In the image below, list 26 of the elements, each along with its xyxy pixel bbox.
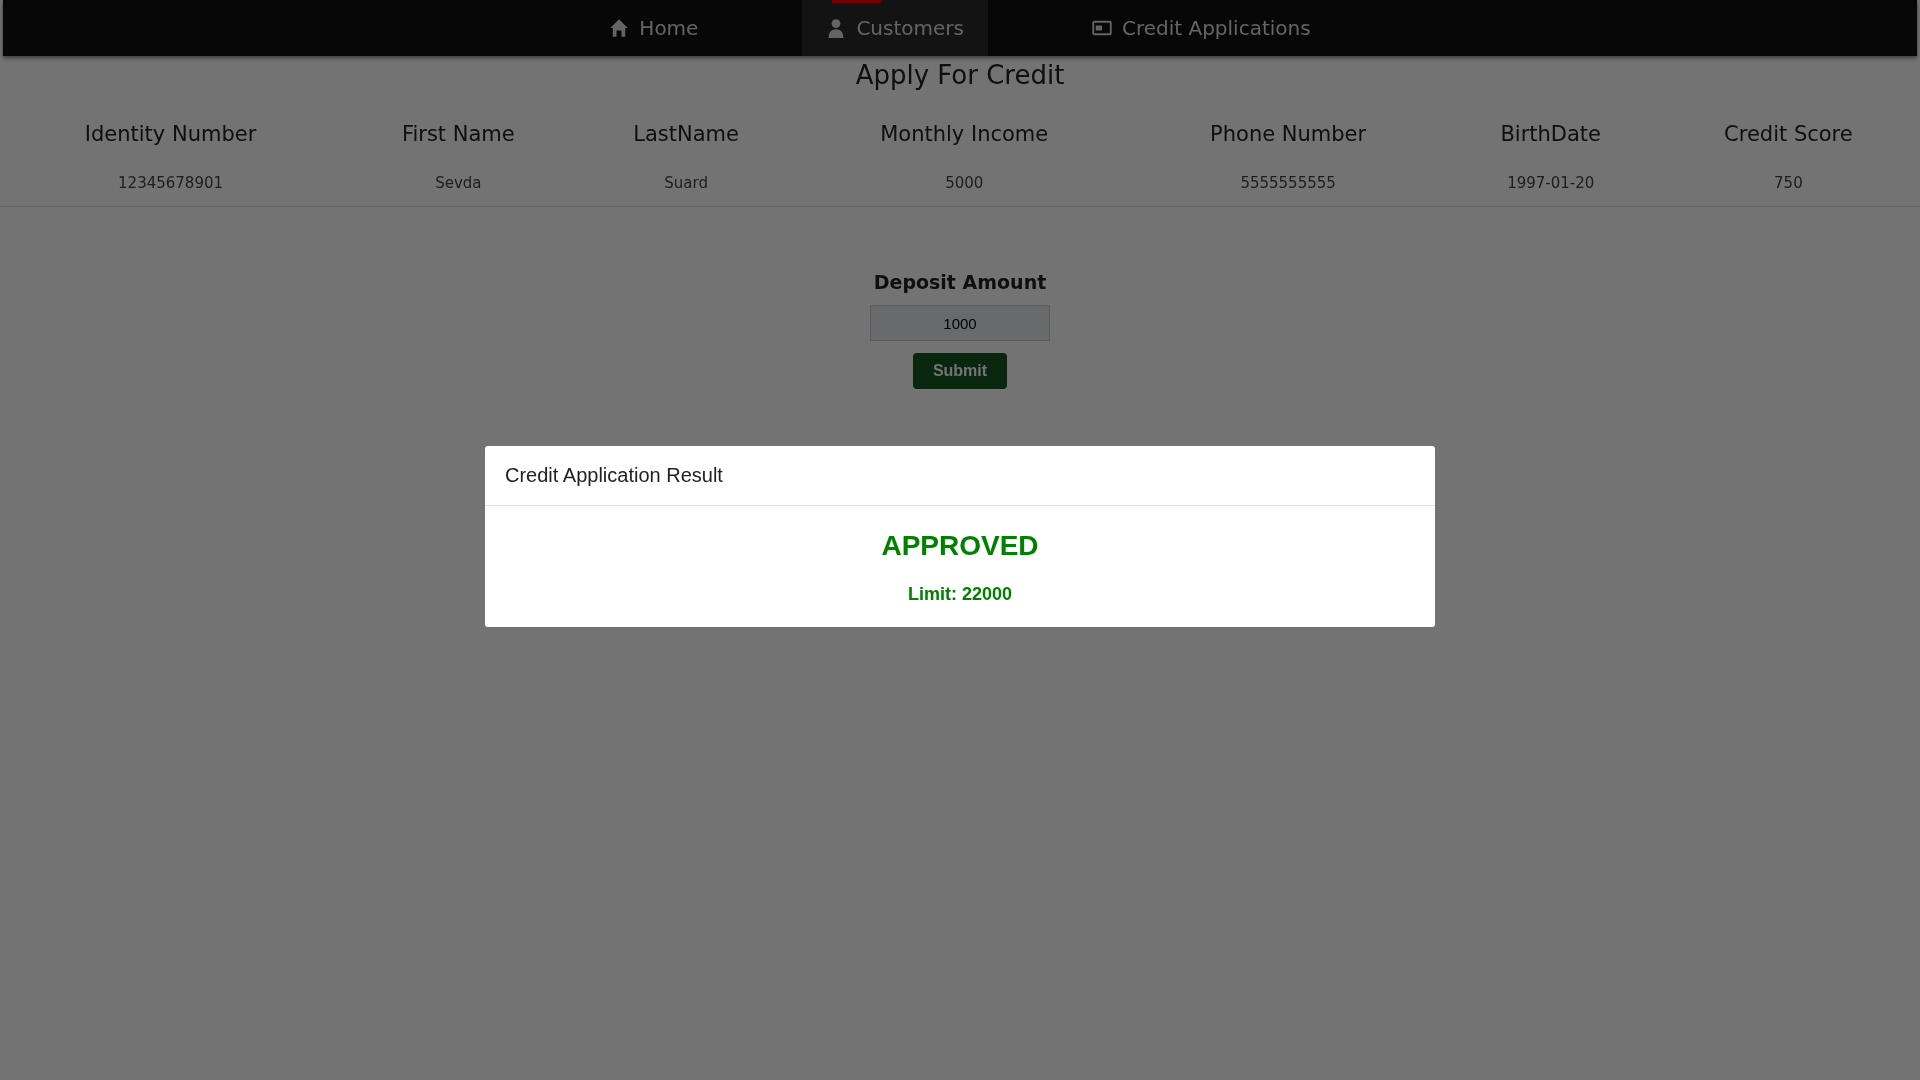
table-cell: Suard <box>575 160 797 207</box>
column-header: BirthDate <box>1499 121 1603 148</box>
dialog-title: Credit Application Result <box>505 464 723 486</box>
column-header: Credit Score <box>1723 121 1854 148</box>
column-header: Monthly Income <box>879 121 1050 148</box>
column-header: First Name <box>400 121 516 148</box>
nav-tab[interactable]: Home <box>585 0 723 56</box>
input-field[interactable]: 1000 <box>870 305 1050 341</box>
table-cell: Sevda <box>341 160 576 207</box>
table-cell: 12345678901 <box>0 160 342 207</box>
page-title: Apply For Credit <box>854 60 1066 90</box>
submit-button[interactable]: Submit <box>913 353 1007 389</box>
status-text: APPROVED <box>881 530 1039 562</box>
column-header: LastName <box>632 121 740 148</box>
table-cell: 750 <box>1656 160 1920 207</box>
column-header: Phone Number <box>1209 121 1368 148</box>
table-cell: 1997-01-20 <box>1444 160 1657 207</box>
field-label: Deposit Amount <box>873 271 1047 293</box>
nav-tab[interactable]: Credit Applications <box>1068 0 1335 56</box>
limit-text: Limit: 22000 <box>907 584 1012 605</box>
column-header: Identity Number <box>83 121 258 148</box>
table-cell: 5000 <box>796 160 1132 207</box>
nav-tab[interactable]: Customers <box>802 0 988 56</box>
card-icon <box>1092 18 1112 38</box>
home-icon <box>609 18 630 38</box>
table-cell: 5555555555 <box>1131 160 1445 207</box>
